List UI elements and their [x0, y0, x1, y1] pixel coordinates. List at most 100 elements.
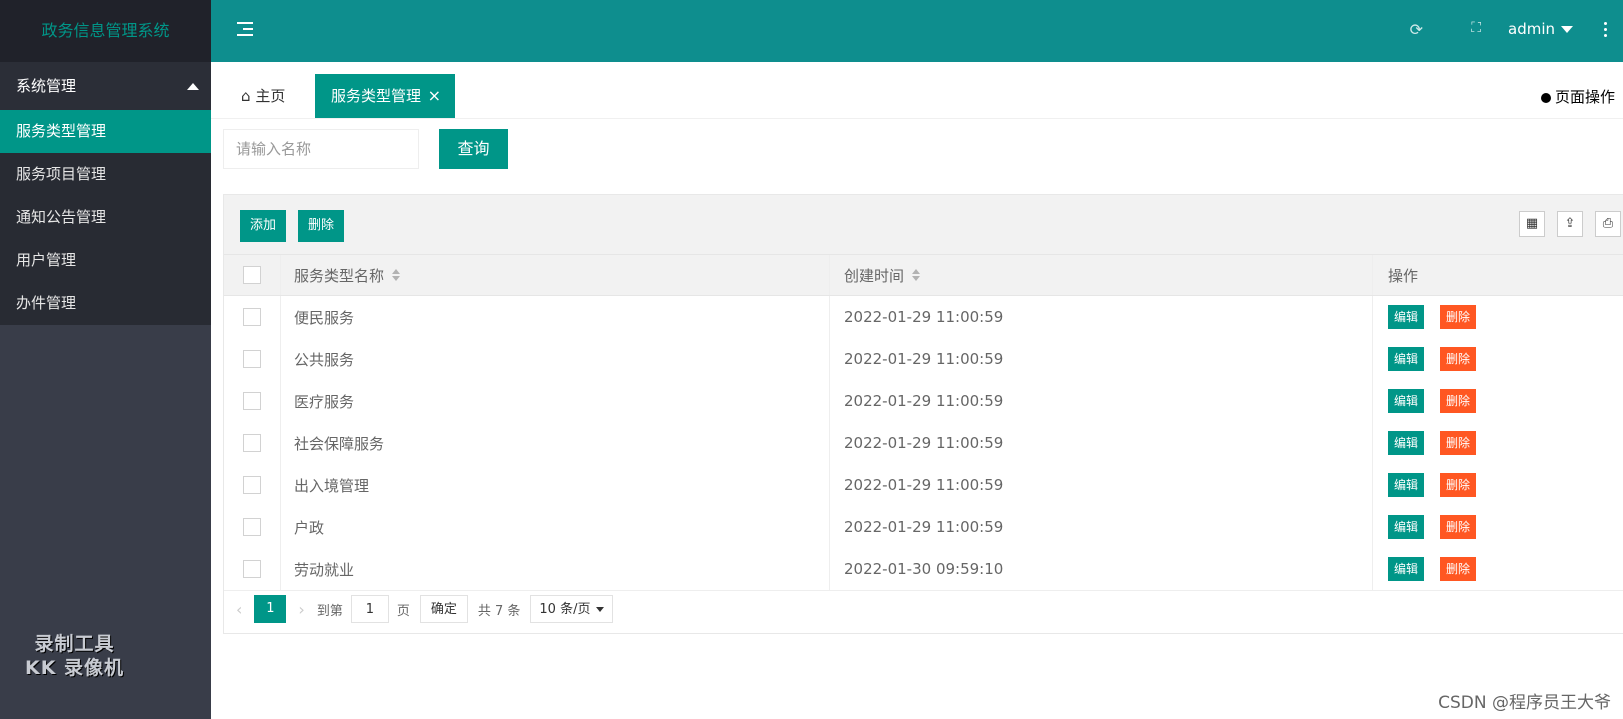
- row-checkbox[interactable]: [243, 392, 261, 410]
- row-time: 2022-01-29 11:00:59: [830, 380, 1373, 422]
- csdn-watermark: CSDN @程序员王大爷: [1438, 693, 1611, 713]
- row-checkbox[interactable]: [243, 476, 261, 494]
- sort-icon[interactable]: [392, 269, 401, 281]
- row-name: 出入境管理: [280, 464, 830, 506]
- tab-home[interactable]: ⌂ 主页: [225, 74, 301, 118]
- home-icon: ⌂: [241, 87, 251, 105]
- goto-confirm-button[interactable]: 确定: [419, 595, 468, 623]
- row-checkbox[interactable]: [243, 350, 261, 368]
- sidebar-item-affairs[interactable]: 办件管理: [0, 282, 211, 325]
- next-page-icon[interactable]: ›: [298, 600, 304, 619]
- recorder-watermark: 录制工具 KK 录像机: [25, 632, 124, 680]
- fullscreen-icon[interactable]: ⛶: [1471, 20, 1481, 36]
- total-count: 共 7 条: [477, 603, 521, 619]
- table-row: 劳动就业 2022-01-30 09:59:10 编辑 删除: [224, 548, 1623, 591]
- close-icon[interactable]: ×: [428, 74, 441, 118]
- table-row: 户政 2022-01-29 11:00:59 编辑 删除: [224, 506, 1623, 549]
- sort-icon[interactable]: [912, 269, 921, 281]
- row-time: 2022-01-29 11:00:59: [830, 422, 1373, 464]
- top-header: ⟳ ⛶ admin: [211, 0, 1623, 62]
- table-row: 公共服务 2022-01-29 11:00:59 编辑 删除: [224, 338, 1623, 381]
- search-button[interactable]: 查询: [439, 129, 508, 169]
- caret-down-icon: [1561, 26, 1573, 33]
- sidebar-group-system[interactable]: 系统管理: [0, 62, 211, 110]
- caret-up-icon: [187, 83, 199, 90]
- recorder-watermark-line1: 录制工具: [34, 633, 115, 655]
- chevron-down-icon: [596, 607, 605, 612]
- user-menu[interactable]: admin: [1508, 20, 1573, 38]
- col-header-time[interactable]: 创建时间: [830, 255, 1373, 295]
- delete-button[interactable]: 删除: [1440, 431, 1477, 455]
- search-input[interactable]: [223, 129, 419, 169]
- edit-button[interactable]: 编辑: [1388, 389, 1425, 413]
- goto-page-input[interactable]: 1: [350, 595, 389, 623]
- row-name: 劳动就业: [280, 548, 830, 590]
- sidebar-item-service-type[interactable]: 服务类型管理: [0, 110, 211, 153]
- sidebar-group-label: 系统管理: [16, 77, 77, 95]
- col-header-name[interactable]: 服务类型名称: [280, 255, 830, 295]
- table-toolbar: 添加 删除 ▦ ⇪ ⎙: [224, 195, 1623, 255]
- edit-button[interactable]: 编辑: [1388, 473, 1425, 497]
- row-checkbox[interactable]: [243, 434, 261, 452]
- table-card: 添加 删除 ▦ ⇪ ⎙ 服务类型名称 创建时间 操作 便民服务 2022-01-…: [223, 194, 1623, 634]
- delete-button[interactable]: 删除: [1440, 515, 1477, 539]
- edit-button[interactable]: 编辑: [1388, 515, 1425, 539]
- tab-service-type-label: 服务类型管理: [331, 87, 422, 105]
- sidebar-item-user[interactable]: 用户管理: [0, 239, 211, 282]
- delete-button[interactable]: 删除: [1440, 473, 1477, 497]
- row-name: 公共服务: [280, 338, 830, 380]
- col-header-ops: 操作: [1388, 266, 1419, 285]
- select-all-checkbox[interactable]: [243, 266, 261, 284]
- columns-icon[interactable]: ▦: [1519, 211, 1545, 237]
- row-time: 2022-01-29 11:00:59: [830, 296, 1373, 338]
- export-icon[interactable]: ⇪: [1557, 211, 1583, 237]
- row-name: 户政: [280, 506, 830, 548]
- delete-button[interactable]: 删除: [1440, 389, 1477, 413]
- row-time: 2022-01-30 09:59:10: [830, 548, 1373, 590]
- row-name: 便民服务: [280, 296, 830, 338]
- sidebar-item-notice[interactable]: 通知公告管理: [0, 196, 211, 239]
- sidebar-item-service-project[interactable]: 服务项目管理: [0, 153, 211, 196]
- pagination: ‹ 1 › 到第 1 页 确定 共 7 条 10 条/页: [224, 589, 1623, 629]
- table-header: 服务类型名称 创建时间 操作: [224, 255, 1623, 296]
- menu-toggle-icon[interactable]: [237, 22, 253, 38]
- more-vertical-icon[interactable]: [1604, 22, 1607, 40]
- row-time: 2022-01-29 11:00:59: [830, 338, 1373, 380]
- goto-suffix: 页: [396, 603, 410, 619]
- row-checkbox[interactable]: [243, 560, 261, 578]
- tab-bar: ⌂ 主页 服务类型管理 × 页面操作: [211, 62, 1623, 119]
- page-size-select[interactable]: 10 条/页: [530, 595, 614, 623]
- sidebar-submenu: 服务类型管理 服务项目管理 通知公告管理 用户管理 办件管理: [0, 110, 211, 325]
- edit-button[interactable]: 编辑: [1388, 305, 1425, 329]
- prev-page-icon[interactable]: ‹: [236, 600, 242, 619]
- delete-button[interactable]: 删除: [1440, 557, 1477, 581]
- page-current[interactable]: 1: [254, 595, 287, 623]
- refresh-icon[interactable]: ⟳: [1410, 20, 1423, 39]
- row-checkbox[interactable]: [243, 518, 261, 536]
- delete-button[interactable]: 删除: [1440, 305, 1477, 329]
- row-name: 社会保障服务: [280, 422, 830, 464]
- sidebar: 政务信息管理系统 系统管理 服务类型管理 服务项目管理 通知公告管理 用户管理 …: [0, 0, 211, 719]
- row-time: 2022-01-29 11:00:59: [830, 506, 1373, 548]
- table-row: 便民服务 2022-01-29 11:00:59 编辑 删除: [224, 296, 1623, 339]
- batch-delete-button[interactable]: 删除: [298, 210, 345, 242]
- tab-home-label: 主页: [255, 87, 286, 105]
- app-title: 政务信息管理系统: [0, 0, 211, 62]
- page-ops-label: 页面操作: [1554, 88, 1615, 106]
- edit-button[interactable]: 编辑: [1388, 557, 1425, 581]
- edit-button[interactable]: 编辑: [1388, 347, 1425, 371]
- row-time: 2022-01-29 11:00:59: [830, 464, 1373, 506]
- table-row: 医疗服务 2022-01-29 11:00:59 编辑 删除: [224, 380, 1623, 423]
- row-checkbox[interactable]: [243, 308, 261, 326]
- table-row: 出入境管理 2022-01-29 11:00:59 编辑 删除: [224, 464, 1623, 507]
- edit-button[interactable]: 编辑: [1388, 431, 1425, 455]
- add-button[interactable]: 添加: [240, 210, 287, 242]
- user-name: admin: [1508, 20, 1555, 38]
- table-row: 社会保障服务 2022-01-29 11:00:59 编辑 删除: [224, 422, 1623, 465]
- row-name: 医疗服务: [280, 380, 830, 422]
- delete-button[interactable]: 删除: [1440, 347, 1477, 371]
- tab-service-type[interactable]: 服务类型管理 ×: [315, 74, 456, 118]
- print-icon[interactable]: ⎙: [1595, 211, 1621, 237]
- page-ops-button[interactable]: 页面操作: [1540, 86, 1615, 107]
- circle-icon: [1540, 92, 1551, 103]
